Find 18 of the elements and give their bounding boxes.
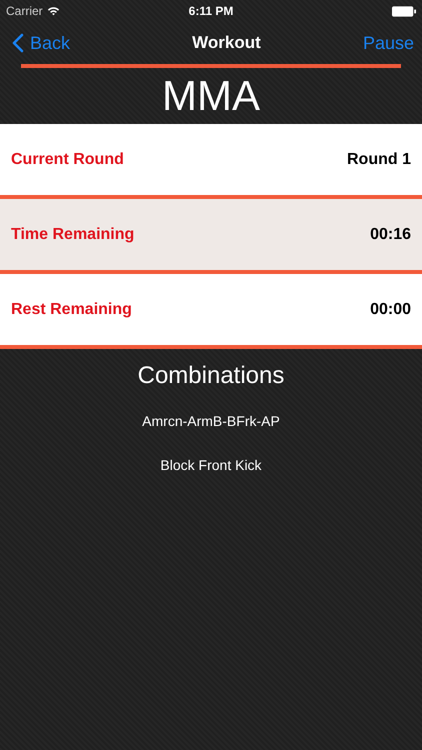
section-title: Combinations — [136, 362, 286, 391]
combination-text: Amrcn-ArmB-BFrk-AP — [141, 412, 281, 431]
stat-value: 00:00 — [370, 300, 411, 318]
status-time: 6:11 PM — [188, 4, 234, 18]
nav-title: Workout — [192, 33, 261, 53]
battery-icon — [392, 6, 416, 16]
pause-button[interactable]: Pause — [362, 32, 414, 54]
stat-value: 00:16 — [370, 226, 411, 244]
workout-title: MMA — [161, 71, 261, 121]
chevron-left-icon — [12, 33, 24, 53]
combination-text: Block Front Kick — [159, 456, 263, 475]
carrier-label: Carrier — [6, 4, 43, 18]
stat-value: Round 1 — [347, 150, 411, 168]
wifi-icon — [46, 6, 60, 16]
stat-label: Time Remaining — [11, 226, 134, 244]
stat-label: Current Round — [11, 150, 124, 168]
stat-label: Rest Remaining — [11, 300, 132, 318]
back-button[interactable]: Back — [12, 32, 70, 54]
